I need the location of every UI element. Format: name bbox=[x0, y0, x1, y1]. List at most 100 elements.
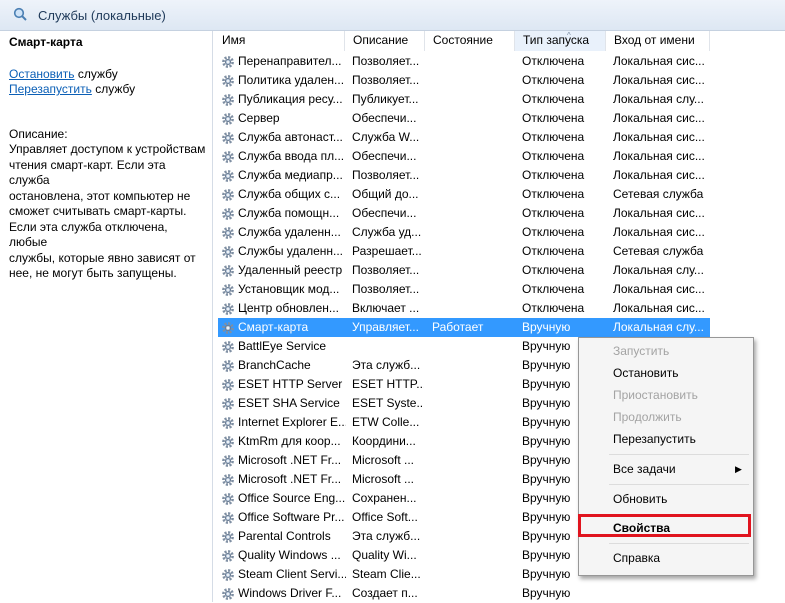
description-line: нее, не могут быть запущены. bbox=[9, 266, 177, 280]
stop-action-line: Остановить службу bbox=[9, 67, 118, 81]
pane-divider bbox=[212, 31, 213, 602]
service-name: Office Software Pr... bbox=[238, 510, 345, 524]
service-row[interactable]: Сервер Обеспечи... Отключена Локальная сис.… bbox=[218, 109, 710, 128]
service-row[interactable]: Центр обновлен... Включает ... Отключена Ло… bbox=[218, 299, 710, 318]
service-description: Служба W... bbox=[352, 130, 420, 144]
service-gear-icon bbox=[221, 473, 235, 487]
service-row[interactable]: Служба общих с... Общий до... Отключена Сет… bbox=[218, 185, 710, 204]
service-logon: Локальная сис... bbox=[613, 111, 705, 125]
service-row[interactable]: Службы удаленн... Разрешает... Отключена Се… bbox=[218, 242, 710, 261]
service-row[interactable]: Установщик мод... Позволяет... Отключена Ло… bbox=[218, 280, 710, 299]
column-header-state[interactable]: Состояние bbox=[425, 31, 515, 51]
service-startup-type: Вручную bbox=[522, 586, 571, 600]
service-startup-type: Отключена bbox=[522, 263, 585, 277]
service-description: Позволяет... bbox=[352, 263, 420, 277]
service-row[interactable]: Служба удаленн... Служба уд... Отключена Ло… bbox=[218, 223, 710, 242]
restart-action-line: Перезапустить службу bbox=[9, 82, 135, 96]
service-name: Установщик мод... bbox=[238, 282, 340, 296]
service-startup-type: Отключена bbox=[522, 206, 585, 220]
service-row[interactable]: Служба автонаст... Служба W... Отключена Ло… bbox=[218, 128, 710, 147]
description-line: сможет считывать смарт-карты. bbox=[9, 204, 187, 218]
column-header-description[interactable]: Описание bbox=[345, 31, 425, 51]
service-gear-icon bbox=[221, 492, 235, 506]
service-gear-icon bbox=[221, 378, 235, 392]
service-logon: Сетевая служба bbox=[613, 187, 704, 201]
service-logon: Локальная сис... bbox=[613, 130, 705, 144]
description-line: Управляет доступом к устройствам bbox=[9, 142, 206, 156]
service-name: Microsoft .NET Fr... bbox=[238, 472, 342, 486]
menu-item-resume[interactable]: Продолжить bbox=[613, 410, 682, 424]
service-startup-type: Отключена bbox=[522, 111, 585, 125]
properties-highlight-frame bbox=[578, 514, 751, 537]
service-logon: Локальная сис... bbox=[613, 301, 705, 315]
service-row[interactable]: Политика удален... Позволяет... Отключена Л… bbox=[218, 71, 710, 90]
column-header-startup[interactable]: Тип запуска ^ bbox=[515, 31, 606, 51]
stop-service-link[interactable]: Остановить bbox=[9, 67, 75, 81]
description-line: остановлена, этот компьютер не bbox=[9, 188, 191, 203]
service-gear-icon bbox=[221, 93, 235, 107]
services-magnifier-icon bbox=[13, 7, 27, 21]
service-startup-type: Отключена bbox=[522, 168, 585, 182]
service-startup-type: Отключена bbox=[522, 282, 585, 296]
menu-item-restart[interactable]: Перезапустить bbox=[613, 432, 696, 446]
service-startup-type: Отключена bbox=[522, 149, 585, 163]
description-text: Управляет доступом к устройствам чтения … bbox=[9, 142, 209, 282]
service-name: Служба автонаст... bbox=[238, 130, 343, 144]
column-header-name[interactable]: Имя bbox=[214, 31, 345, 51]
service-logon: Локальная сис... bbox=[613, 168, 705, 182]
column-header-logon[interactable]: Вход от имени bbox=[606, 31, 710, 51]
service-row[interactable]: Перенаправител... Позволяет... Отключена Ло… bbox=[218, 52, 710, 71]
service-description: Обеспечи... bbox=[352, 111, 417, 125]
service-row-selected[interactable]: Смарт-карта Управляет... Работает Вручную Ло… bbox=[218, 318, 710, 337]
service-gear-icon bbox=[221, 435, 235, 449]
restart-service-link[interactable]: Перезапустить bbox=[9, 82, 92, 96]
service-row[interactable]: Удаленный реестр Позволяет... Отключена Лок… bbox=[218, 261, 710, 280]
service-logon: Локальная сис... bbox=[613, 225, 705, 239]
service-name: Публикация ресу... bbox=[238, 92, 343, 106]
service-description: ETW Colle... bbox=[352, 415, 420, 429]
description-line: Если эта служба отключена, любые bbox=[9, 219, 168, 250]
service-logon: Локальная сис... bbox=[613, 206, 705, 220]
service-row[interactable]: Публикация ресу... Публикует... Отключена Л… bbox=[218, 90, 710, 109]
service-gear-icon bbox=[221, 511, 235, 525]
description-label: Описание: bbox=[9, 127, 68, 141]
service-description: Создает п... bbox=[352, 586, 418, 600]
service-description: Steam Clie... bbox=[352, 567, 421, 581]
service-gear-icon bbox=[221, 530, 235, 544]
service-row[interactable]: Служба медиапр... Позволяет... Отключена Ло… bbox=[218, 166, 710, 185]
menu-item-stop[interactable]: Остановить bbox=[613, 366, 679, 380]
service-startup-type: Отключена bbox=[522, 225, 585, 239]
service-name: Службы удаленн... bbox=[238, 244, 344, 258]
menu-item-help[interactable]: Справка bbox=[613, 551, 660, 565]
service-gear-icon bbox=[221, 587, 235, 601]
service-row[interactable]: Служба ввода пл... Обеспечи... Отключена Ло… bbox=[218, 147, 710, 166]
service-description: Управляет... bbox=[352, 320, 419, 334]
service-logon: Локальная сис... bbox=[613, 149, 705, 163]
service-description: Эта служб... bbox=[352, 358, 421, 372]
service-row[interactable]: Windows Driver F... Создает п... Вручную bbox=[218, 584, 710, 603]
service-gear-icon bbox=[221, 549, 235, 563]
service-description: Общий до... bbox=[352, 187, 419, 201]
service-name: Центр обновлен... bbox=[238, 301, 339, 315]
service-state: Работает bbox=[432, 320, 484, 334]
service-gear-icon bbox=[221, 283, 235, 297]
menu-item-start[interactable]: Запустить bbox=[613, 344, 669, 358]
service-name: Удаленный реестр bbox=[238, 263, 343, 277]
service-name: KtmRm для коор... bbox=[238, 434, 341, 448]
service-name: Служба удаленн... bbox=[238, 225, 341, 239]
service-logon: Локальная сис... bbox=[613, 73, 705, 87]
service-name: Windows Driver F... bbox=[238, 586, 342, 600]
service-row[interactable]: Служба помощн... Обеспечи... Отключена Лока… bbox=[218, 204, 710, 223]
service-logon: Локальная сис... bbox=[613, 54, 705, 68]
service-name: Steam Client Servi... bbox=[238, 567, 346, 581]
menu-item-refresh[interactable]: Обновить bbox=[613, 492, 667, 506]
service-logon: Локальная слу... bbox=[613, 263, 704, 277]
service-description: Обеспечи... bbox=[352, 206, 417, 220]
menu-separator bbox=[609, 454, 749, 455]
service-name: ESET HTTP Server bbox=[238, 377, 343, 391]
menu-item-pause[interactable]: Приостановить bbox=[613, 388, 698, 402]
service-description: ESET HTTP... bbox=[352, 377, 424, 391]
service-gear-icon bbox=[221, 359, 235, 373]
service-name: Служба ввода пл... bbox=[238, 149, 345, 163]
menu-item-all-tasks[interactable]: Все задачи bbox=[613, 462, 676, 476]
